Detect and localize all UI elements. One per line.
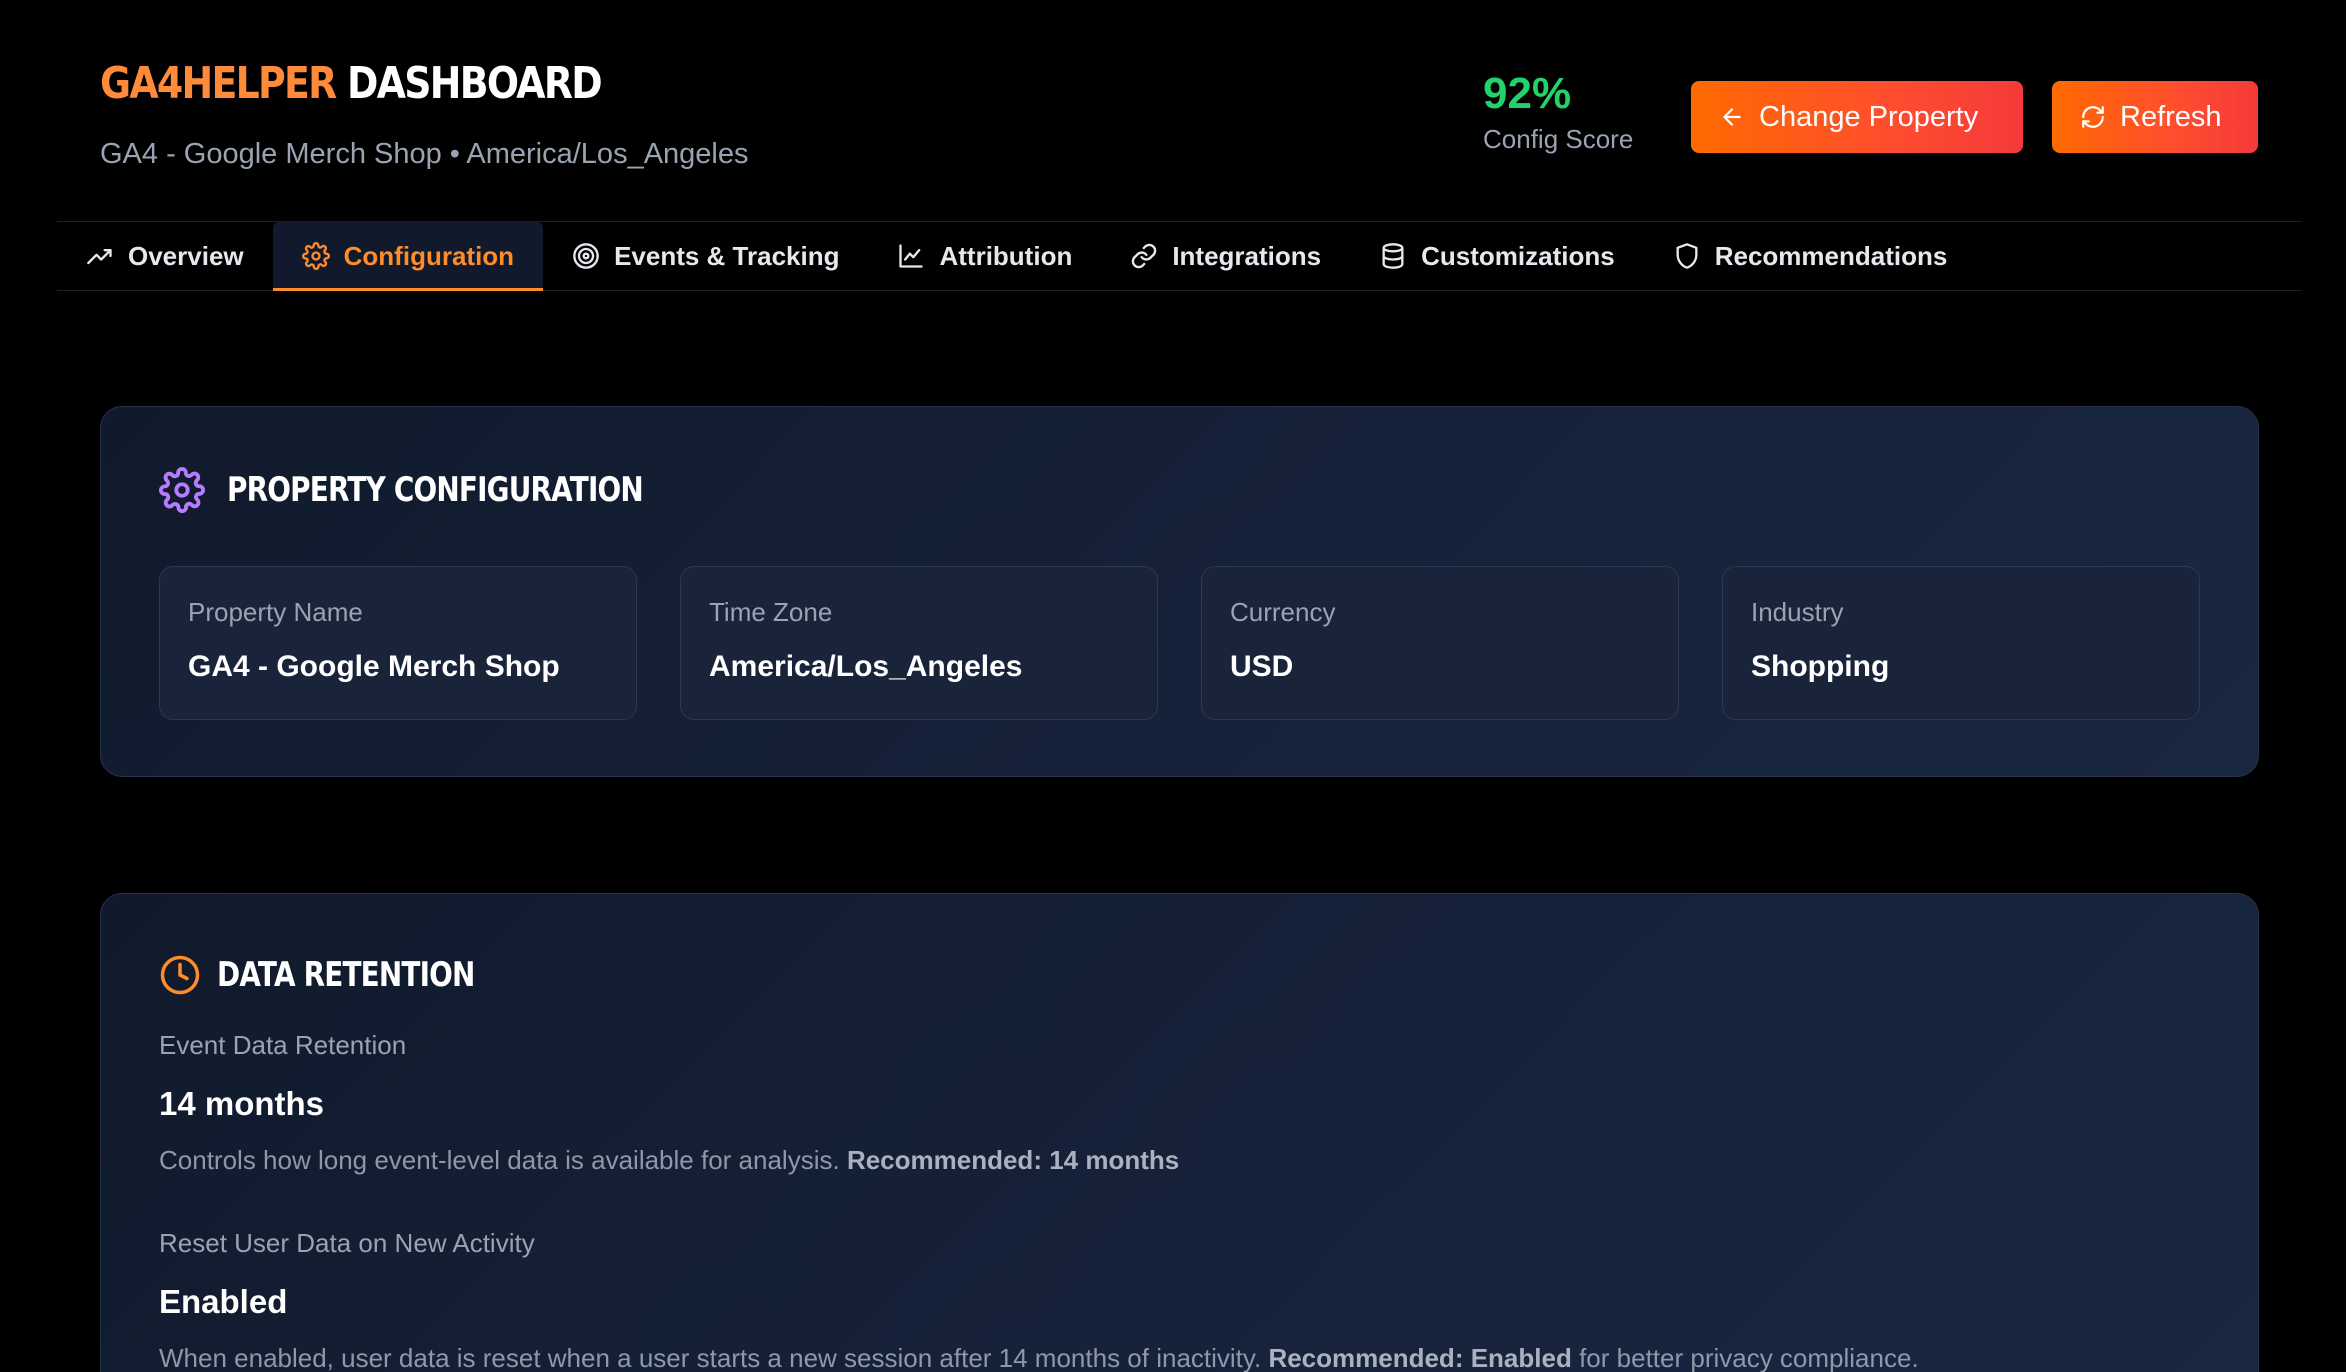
target-icon (573, 243, 599, 269)
dashboard-page: GA4HELPER DASHBOARD GA4 - Google Merch S… (0, 0, 2346, 1372)
tab-label: Attribution (939, 240, 1073, 271)
reset-user-data-block: Reset User Data on New Activity Enabled … (159, 1228, 2200, 1372)
tab-label: Events & Tracking (614, 240, 840, 271)
tab-label: Configuration (343, 240, 515, 271)
field-property-name: Property Name GA4 - Google Merch Shop (159, 566, 637, 720)
event-retention-description: Controls how long event-level data is av… (159, 1145, 2200, 1176)
field-currency: Currency USD (1201, 566, 1679, 720)
field-value: America/Los_Angeles (709, 650, 1023, 683)
field-industry: Industry Shopping (1722, 566, 2200, 720)
clock-icon (160, 955, 200, 995)
field-label: Currency (1230, 597, 1336, 627)
database-icon (1382, 243, 1404, 269)
card-title: DATA RETENTION (217, 955, 475, 995)
field-label: Property Name (188, 597, 363, 627)
change-property-label: Change Property (1759, 100, 1979, 133)
gear-icon (159, 467, 205, 513)
card-title: PROPERTY CONFIGURATION (227, 470, 644, 510)
recommendation-text: Recommended: 14 months (846, 1145, 1180, 1175)
tab-overview[interactable]: Overview (57, 222, 273, 290)
gear-icon (301, 242, 330, 270)
tab-label: Customizations (1421, 240, 1615, 271)
trending-up-icon (87, 249, 112, 265)
config-score-value: 92% (1483, 69, 1572, 118)
tab-customizations[interactable]: Customizations (1350, 222, 1644, 290)
data-retention-header: DATA RETENTION (159, 954, 531, 996)
config-score-label: Config Score (1483, 124, 1634, 155)
reset-user-data-label: Reset User Data on New Activity (159, 1228, 535, 1258)
link-icon (1132, 243, 1157, 269)
field-label: Time Zone (709, 597, 833, 627)
brand-rest: DASHBOARD (347, 58, 603, 109)
refresh-button[interactable]: Refresh (2052, 81, 2258, 153)
config-score: 92% Config Score (1483, 69, 1663, 155)
change-property-button[interactable]: Change Property (1691, 81, 2023, 153)
refresh-label: Refresh (2120, 100, 2222, 133)
tab-integrations[interactable]: Integrations (1101, 222, 1350, 290)
tab-label: Integrations (1172, 240, 1322, 271)
field-label: Industry (1751, 597, 1844, 627)
tab-bar: Overview Configuration Events & Tracking… (57, 221, 2302, 291)
property-fields: Property Name GA4 - Google Merch Shop Ti… (159, 566, 2200, 720)
tab-configuration[interactable]: Configuration (272, 222, 544, 291)
line-chart-icon (899, 244, 924, 268)
tab-recommendations[interactable]: Recommendations (1644, 222, 1977, 290)
tab-events-tracking[interactable]: Events & Tracking (543, 222, 868, 290)
field-value: Shopping (1751, 650, 1890, 683)
app-title: GA4HELPER DASHBOARD (100, 58, 603, 109)
field-value: USD (1230, 650, 1294, 683)
event-retention-value: 14 months (159, 1085, 325, 1122)
description-tail: for better privacy compliance. (1579, 1343, 1919, 1372)
field-value: GA4 - Google Merch Shop (188, 650, 560, 683)
property-subtitle: GA4 - Google Merch Shop • America/Los_An… (100, 138, 749, 170)
recommendation-text: Recommended: Enabled (1268, 1343, 1572, 1372)
property-configuration-card: PROPERTY CONFIGURATION Property Name GA4… (100, 406, 2259, 777)
shield-icon (1676, 243, 1698, 269)
property-configuration-header: PROPERTY CONFIGURATION (159, 467, 734, 513)
field-time-zone: Time Zone America/Los_Angeles (680, 566, 1158, 720)
tab-label: Overview (128, 240, 244, 271)
tab-attribution[interactable]: Attribution (868, 222, 1101, 290)
tab-label: Recommendations (1714, 240, 1948, 271)
event-retention-label: Event Data Retention (159, 1030, 407, 1060)
refresh-icon (2082, 106, 2104, 128)
header: GA4HELPER DASHBOARD GA4 - Google Merch S… (100, 58, 2258, 188)
reset-user-data-value: Enabled (159, 1283, 288, 1320)
brand-accent: GA4HELPER (100, 58, 337, 109)
arrow-left-icon (1723, 108, 1741, 126)
description-text: Controls how long event-level data is av… (159, 1145, 840, 1175)
reset-user-data-description: When enabled, user data is reset when a … (159, 1343, 2200, 1372)
description-text: When enabled, user data is reset when a … (159, 1343, 1262, 1372)
data-retention-body: Event Data Retention 14 months Controls … (159, 1030, 2200, 1372)
data-retention-card: DATA RETENTION Event Data Retention 14 m… (100, 893, 2259, 1372)
